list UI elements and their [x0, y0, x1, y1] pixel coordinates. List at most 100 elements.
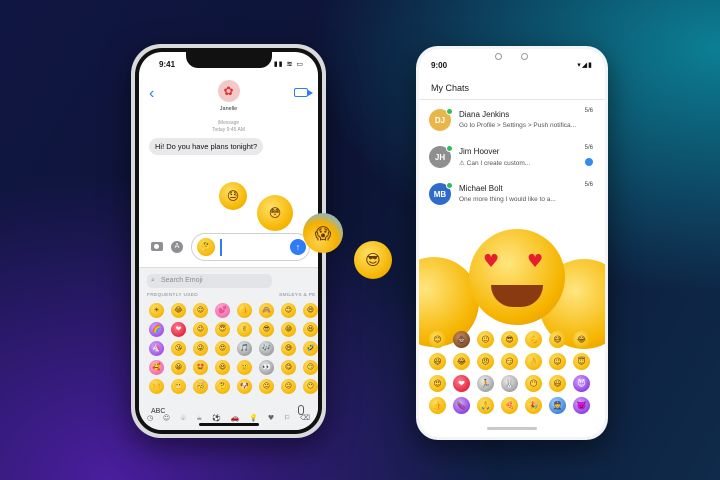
emoji-key[interactable]: 🥰	[149, 360, 164, 375]
emoji-key[interactable]: 😍	[215, 341, 230, 356]
emoji-key[interactable]: 👍	[429, 397, 446, 414]
facetime-video-icon[interactable]	[294, 88, 313, 97]
screaming-face-emoji-icon: 😱	[303, 213, 343, 253]
emoji-key[interactable]: 😊	[281, 303, 296, 318]
emoji-key[interactable]: 😎	[501, 331, 518, 348]
emoji-key[interactable]: 😆	[303, 322, 318, 337]
emoji-key[interactable]: 👿	[573, 397, 590, 414]
emoji-key[interactable]: 🙏	[477, 397, 494, 414]
emoji-key[interactable]: 🍆	[453, 397, 470, 414]
contact-name[interactable]: Janelle	[139, 106, 318, 112]
emoji-key[interactable]: 😜	[193, 341, 208, 356]
emoji-key[interactable]: 😀	[171, 360, 186, 375]
emoji-key[interactable]: 😃	[549, 375, 566, 392]
emoji-key[interactable]: 🌈	[149, 322, 164, 337]
message-input[interactable]: 🤔 ↑	[191, 233, 310, 261]
chat-row[interactable]: MB Michael Bolt One more thing I would lik…	[419, 177, 605, 213]
emoji-key[interactable]: 🦄	[149, 341, 164, 356]
chat-preview: Go to Profile > Settings > Push notifica…	[459, 122, 577, 129]
emoji-key[interactable]: 🤣	[303, 341, 318, 356]
emoji-key[interactable]: 😠	[477, 353, 494, 370]
emoji-key[interactable]: 🙌	[149, 379, 164, 394]
sunglasses-face-emoji-icon: 😎	[354, 241, 392, 279]
emoji-key[interactable]: 💕	[215, 303, 230, 318]
heart-eyes-emoji-icon: ♥ ♥	[469, 229, 565, 325]
emoji-key[interactable]: 😉	[193, 322, 208, 337]
emoji-key[interactable]: 😶	[303, 379, 318, 394]
camera-icon[interactable]	[151, 242, 163, 251]
message-timestamp: Today 9:45 AM	[211, 127, 246, 133]
iphone-notch	[185, 52, 272, 68]
emoji-key[interactable]: 🤔	[215, 379, 230, 394]
emoji-key[interactable]: 😍	[429, 375, 446, 392]
emoji-key[interactable]: 🙈	[259, 303, 274, 318]
emoji-key[interactable]: 🐰	[501, 375, 518, 392]
home-indicator	[198, 423, 259, 426]
emoji-key[interactable]: 😊	[429, 331, 446, 348]
emoji-search-input[interactable]: ⌕ Search Emoji	[147, 274, 272, 288]
contact-avatar[interactable]: ✿	[217, 80, 240, 102]
emoji-key[interactable]: 😆	[429, 353, 446, 370]
chat-date: 5/6	[584, 182, 593, 188]
search-icon: ⌕	[151, 277, 155, 284]
emoji-key[interactable]: 💩	[453, 331, 470, 348]
emoji-key[interactable]: 👍	[237, 303, 252, 318]
signal-wifi-battery-icon: ▮▮ ≋ ▭	[273, 61, 304, 68]
flower-icon: ✿	[223, 84, 234, 98]
emoji-key[interactable]: 😂	[453, 353, 470, 370]
emoji-key[interactable]: 😋	[281, 360, 296, 375]
text-cursor	[220, 239, 222, 256]
chat-row[interactable]: JH Jim Hoover ⚠ Can I create custom... 5/6	[419, 140, 605, 176]
chat-row[interactable]: DJ Diana Jenkins Go to Profile > Settings …	[419, 103, 605, 139]
microphone-icon[interactable]	[298, 405, 304, 415]
chat-preview: One more thing I would like to a...	[459, 196, 556, 203]
emoji-key[interactable]: 😐	[259, 379, 274, 394]
emoji-key[interactable]: 😉	[549, 353, 566, 370]
emoji-key[interactable]: 😂	[573, 331, 590, 348]
emoji-key[interactable]: 😬	[171, 379, 186, 394]
thinking-face-emoji-icon: 🤔	[197, 238, 215, 256]
emoji-key[interactable]: 😅	[549, 331, 566, 348]
emoji-key[interactable]: 😃	[215, 360, 230, 375]
divider	[419, 99, 605, 100]
emoji-key[interactable]: 💪	[525, 331, 542, 348]
emoji-key[interactable]: 🥳	[193, 379, 208, 394]
emoji-key[interactable]: 😇	[573, 353, 590, 370]
emoji-key[interactable]: 🎶	[259, 341, 274, 356]
emoji-key[interactable]: 😏	[303, 360, 318, 375]
emoji-key[interactable]: ✌	[237, 322, 252, 337]
emoji-key[interactable]: ❤	[453, 375, 470, 392]
emoji-key[interactable]: 😌	[193, 303, 208, 318]
emoji-key[interactable]: 😁	[281, 322, 296, 337]
emoji-key[interactable]: 😏	[501, 353, 518, 370]
emoji-key[interactable]: 🐶	[237, 379, 252, 394]
emoji-key[interactable]: 😑	[281, 379, 296, 394]
emoji-key[interactable]: 😶	[525, 375, 542, 392]
emoji-key[interactable]: 😐	[477, 331, 494, 348]
back-chevron-icon[interactable]: ‹	[149, 86, 154, 102]
emoji-key[interactable]: 🎵	[237, 341, 252, 356]
emoji-key[interactable]: 🙂	[237, 360, 252, 375]
emoji-key[interactable]: 👮	[549, 397, 566, 414]
emoji-key[interactable]: 😘	[171, 341, 186, 356]
emoji-key[interactable]: 🤩	[193, 360, 208, 375]
send-button[interactable]: ↑	[290, 239, 306, 255]
emoji-key[interactable]: 😅	[281, 341, 296, 356]
emoji-key[interactable]: ❤	[171, 322, 186, 337]
emoji-key[interactable]: 🏃	[477, 375, 494, 392]
emoji-keyboard: ⌕ Search Emoji FREQUENTLY USED SMILEYS &…	[139, 267, 318, 430]
abc-key[interactable]: ABC	[151, 408, 165, 415]
emoji-key[interactable]: 🎉	[525, 397, 542, 414]
emoji-key[interactable]: 👌	[525, 353, 542, 370]
emoji-key[interactable]: 👀	[259, 360, 274, 375]
android-status-time: 9:00	[431, 61, 448, 70]
emoji-key[interactable]: 😈	[573, 375, 590, 392]
emoji-key[interactable]: 😂	[171, 303, 186, 318]
emoji-key[interactable]: 😄	[303, 303, 318, 318]
app-store-icon[interactable]: A	[171, 241, 183, 253]
emoji-key[interactable]: ☀	[149, 303, 164, 318]
emoji-key[interactable]: 😎	[259, 322, 274, 337]
emoji-key[interactable]: 🍕	[501, 397, 518, 414]
emoji-key[interactable]: 😇	[215, 322, 230, 337]
online-status-icon	[446, 182, 453, 189]
